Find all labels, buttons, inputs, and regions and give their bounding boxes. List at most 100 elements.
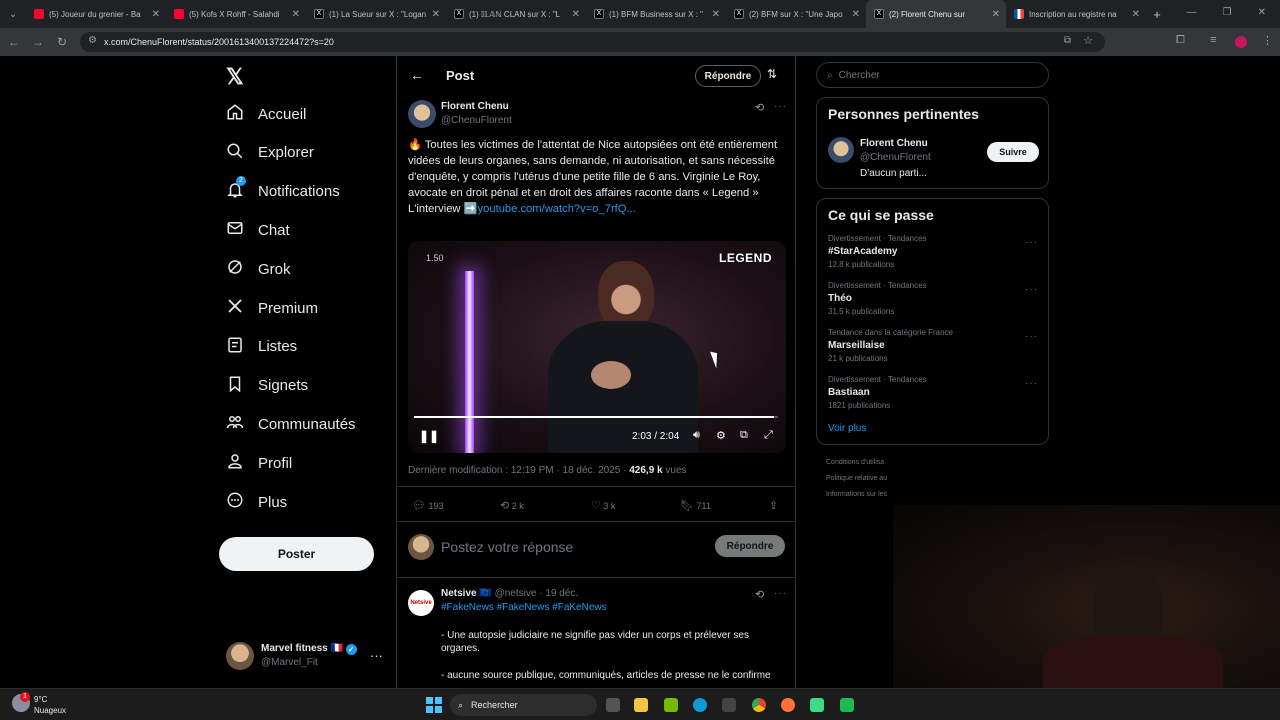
close-tab-icon[interactable]: ✕ xyxy=(1132,9,1140,20)
footer-link[interactable]: Conditions d'utilisa xyxy=(826,455,1042,471)
close-tab-icon[interactable]: ✕ xyxy=(992,9,1000,20)
like-action[interactable]: ♡ 3 k xyxy=(591,499,615,512)
reply-action[interactable]: 💬︎ 193 xyxy=(412,499,444,512)
close-tab-icon[interactable]: ✕ xyxy=(852,9,860,20)
trend-item[interactable]: Divertissement · Tendances Bastiaan 1821 p… xyxy=(817,370,1048,417)
more-options-icon[interactable]: ··· xyxy=(370,648,383,663)
browser-tab[interactable]: X (1) La Sueur sur X : "Logan ✕ xyxy=(306,0,446,28)
url-bar[interactable]: ⚙ x.com/ChenuFlorent/status/200161340013… xyxy=(80,32,1105,52)
x-logo-icon[interactable]: 𝕏 xyxy=(226,64,244,90)
back-arrow-icon[interactable]: ← xyxy=(410,67,424,83)
reply-avatar[interactable]: Netsive xyxy=(408,590,434,616)
new-tab-button[interactable]: + xyxy=(1146,7,1168,22)
show-more-link[interactable]: Voir plus xyxy=(817,417,1048,438)
trend-item[interactable]: Tendance dans la catégorie France Marseil… xyxy=(817,323,1048,370)
browser-tab[interactable]: X (2) BFM sur X : "Une Japo ✕ xyxy=(726,0,866,28)
app-icon[interactable] xyxy=(810,698,824,712)
fullscreen-icon[interactable]: ⤢ xyxy=(764,429,773,442)
trend-more-icon[interactable]: ··· xyxy=(1025,284,1038,295)
trend-item[interactable]: Divertissement · Tendances Théo 31,5 k pub… xyxy=(817,276,1048,323)
bookmark-action[interactable]: 🔖︎ 711 xyxy=(680,499,711,512)
nav-item-listes[interactable]: Listes xyxy=(226,336,297,358)
close-tab-icon[interactable]: ✕ xyxy=(712,9,720,20)
reply-submit-button[interactable]: Répondre xyxy=(715,535,785,557)
author-name[interactable]: Florent Chenu xyxy=(441,101,509,112)
nav-item-explorer[interactable]: Explorer xyxy=(226,142,314,164)
follow-button[interactable]: Suivre xyxy=(987,142,1039,162)
weather-widget[interactable]: 9°C Nuageux xyxy=(34,694,66,716)
video-player[interactable]: 1.50 LEGEND ❚❚ 2:03 / 2:04 🔊︎ ⚙ ⧉ ⤢ xyxy=(408,241,786,453)
close-tab-icon[interactable]: ✕ xyxy=(432,9,440,20)
nav-item-profil[interactable]: Profil xyxy=(226,452,292,474)
maximize-icon[interactable]: ❐ xyxy=(1223,7,1232,18)
taskbar-search[interactable]: ⌕ Rechercher xyxy=(450,694,597,716)
tab-search-chevron-icon[interactable]: ⌄ xyxy=(0,9,26,20)
windows-start-icon[interactable] xyxy=(426,697,442,713)
browser-tab[interactable]: X (1) BFM Business sur X : " ✕ xyxy=(586,0,726,28)
nav-item-signets[interactable]: Signets xyxy=(226,375,308,397)
reply-settings-icon[interactable]: ⇅ xyxy=(767,67,777,81)
reply-more-icon[interactable]: ··· xyxy=(774,588,787,599)
minimize-icon[interactable]: — xyxy=(1187,7,1197,18)
store-icon[interactable] xyxy=(722,698,736,712)
relevant-handle[interactable]: @ChenuFlorent xyxy=(860,152,931,163)
nav-item-communauts[interactable]: Communautés xyxy=(226,413,356,435)
nav-item-plus[interactable]: Plus xyxy=(226,491,287,513)
chrome-icon[interactable] xyxy=(752,698,766,712)
browser-tab[interactable]: (5) Joueur du grenier - Ba ✕ xyxy=(26,0,166,28)
post-more-icon[interactable]: ··· xyxy=(774,101,787,112)
grok-icon[interactable]: ⟲ xyxy=(755,101,764,114)
close-tab-icon[interactable]: ✕ xyxy=(292,9,300,20)
reply-author[interactable]: Netsive xyxy=(441,588,477,599)
post-link[interactable]: youtube.com/watch?v=o_7rfQ... xyxy=(478,203,636,215)
close-window-icon[interactable]: ✕ xyxy=(1258,7,1266,18)
file-explorer-icon[interactable] xyxy=(634,698,648,712)
nav-item-grok[interactable]: Grok xyxy=(226,258,291,280)
avatar[interactable] xyxy=(828,137,854,163)
settings-gear-icon[interactable]: ⚙ xyxy=(716,429,726,442)
app2-icon[interactable] xyxy=(840,698,854,712)
browser-tab[interactable]: (5) Kofs X Rohff - Salahdi ✕ xyxy=(166,0,306,28)
browser-tab[interactable]: X (1) 𝕀𝕃𝔸ℕ CLAN sur X : "L ✕ xyxy=(446,0,586,28)
trend-more-icon[interactable]: ··· xyxy=(1025,331,1038,342)
browser-tab[interactable]: Inscription au registre na ✕ xyxy=(1006,0,1146,28)
trend-more-icon[interactable]: ··· xyxy=(1025,237,1038,248)
nvidia-icon[interactable] xyxy=(664,698,678,712)
pip-icon[interactable]: ⧉ xyxy=(740,429,748,442)
footer-link[interactable]: Informations sur les xyxy=(826,487,1042,503)
volume-icon[interactable]: 🔊︎ xyxy=(693,429,700,442)
profile-avatar-icon[interactable] xyxy=(1235,36,1247,48)
back-icon[interactable]: ← xyxy=(2,35,26,49)
trend-more-icon[interactable]: ··· xyxy=(1025,378,1038,389)
close-tab-icon[interactable]: ✕ xyxy=(572,9,580,20)
browser-tab[interactable]: X (2) Florent Chenu sur ✕ xyxy=(866,0,1006,28)
reply-hashtags[interactable]: #FakeNews #FakeNews #FaKeNews xyxy=(441,602,607,613)
browser-menu-icon[interactable]: ⋮ xyxy=(1262,34,1273,47)
video-progress-track[interactable] xyxy=(414,416,778,418)
pause-icon[interactable]: ❚❚ xyxy=(419,429,439,443)
nav-item-premium[interactable]: Premium xyxy=(226,297,318,319)
close-tab-icon[interactable]: ✕ xyxy=(152,9,160,20)
relevant-name[interactable]: Florent Chenu xyxy=(860,138,928,149)
reload-icon[interactable]: ↻ xyxy=(50,35,74,49)
reply-input[interactable]: Postez votre réponse xyxy=(441,539,573,555)
task-view-icon[interactable] xyxy=(606,698,620,712)
nav-item-notifications[interactable]: 2 Notifications xyxy=(226,175,340,203)
reply-header-button[interactable]: Répondre xyxy=(695,65,761,87)
edge-icon[interactable] xyxy=(693,698,707,712)
author-handle[interactable]: @ChenuFlorent xyxy=(441,115,512,126)
forward-icon[interactable]: → xyxy=(26,35,50,49)
firefox-icon[interactable] xyxy=(781,698,795,712)
extensions-icon[interactable]: ⧠ xyxy=(1176,34,1185,47)
repost-action[interactable]: ⟲ 2 k xyxy=(500,499,524,512)
author-avatar[interactable] xyxy=(408,100,436,128)
trend-item[interactable]: Divertissement · Tendances #StarAcademy 12… xyxy=(817,229,1048,276)
share-icon[interactable]: ⇪ xyxy=(769,499,778,512)
search-input[interactable]: ⌕ Chercher xyxy=(816,62,1049,88)
post-button[interactable]: Poster xyxy=(219,537,374,571)
footer-link[interactable]: Politique relative au xyxy=(826,471,1042,487)
install-app-icon[interactable]: ⧉ xyxy=(1064,35,1071,46)
reply-grok-icon[interactable]: ⟲ xyxy=(755,588,764,601)
nav-item-chat[interactable]: Chat xyxy=(226,219,290,241)
account-switcher[interactable]: Marvel fitness 🇫🇷 ✓ @Marvel_Fit ··· xyxy=(226,642,396,670)
